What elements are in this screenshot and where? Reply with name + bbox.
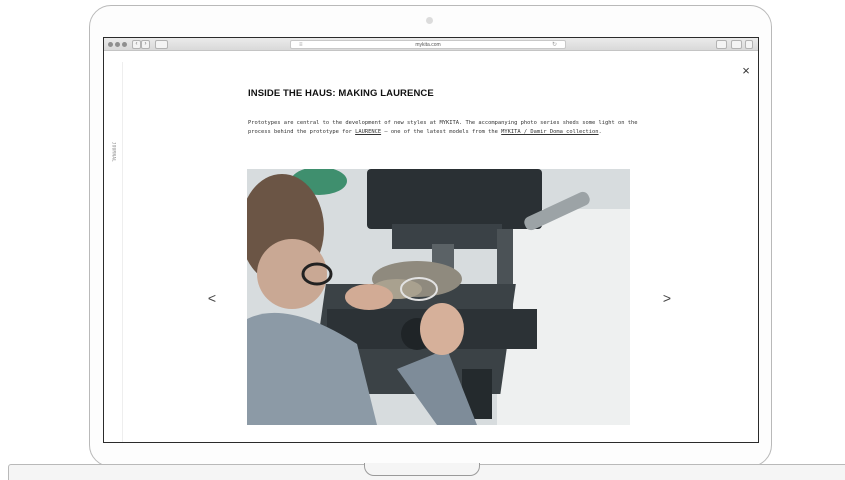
- laptop-notch: [364, 463, 480, 476]
- new-tab-button[interactable]: [745, 40, 753, 49]
- back-button[interactable]: ‹: [132, 40, 141, 49]
- chevron-left-icon[interactable]: <: [205, 289, 219, 307]
- intro-text-2: – one of the latest models from the: [381, 129, 502, 135]
- sidebar-divider: [122, 62, 123, 442]
- address-bar[interactable]: ≡ mykita.com ↻: [290, 40, 566, 49]
- forward-button[interactable]: ›: [141, 40, 150, 49]
- article-title: INSIDE THE HAUS: MAKING LAURENCE: [248, 88, 434, 99]
- workshop-photo-illustration: [247, 169, 630, 425]
- close-icon[interactable]: ×: [739, 64, 753, 78]
- sidebar-toggle-button[interactable]: [155, 40, 168, 49]
- article-intro: Prototypes are central to the developmen…: [248, 119, 648, 137]
- intro-text-3: .: [598, 129, 602, 135]
- window-close-dot[interactable]: [108, 42, 113, 47]
- journal-side-label[interactable]: JOURNAL: [107, 139, 121, 165]
- reload-icon[interactable]: ↻: [552, 41, 557, 49]
- chevron-right-icon[interactable]: >: [660, 289, 674, 307]
- browser-toolbar: ‹ › ≡ mykita.com ↻: [104, 38, 758, 51]
- tabs-button[interactable]: [731, 40, 742, 49]
- window-zoom-dot[interactable]: [122, 42, 127, 47]
- article-photo: [247, 169, 630, 425]
- collection-link[interactable]: MYKITA / Damir Doma collection: [501, 129, 598, 135]
- laurence-link[interactable]: LAURENCE: [355, 129, 381, 135]
- camera-icon: [426, 17, 433, 24]
- window-minimize-dot[interactable]: [115, 42, 120, 47]
- journal-label-text: JOURNAL: [111, 141, 117, 163]
- browser-window: ‹ › ≡ mykita.com ↻ JOURNAL × INSIDE THE …: [103, 37, 759, 443]
- share-button[interactable]: [716, 40, 727, 49]
- url-text: mykita.com: [415, 42, 441, 48]
